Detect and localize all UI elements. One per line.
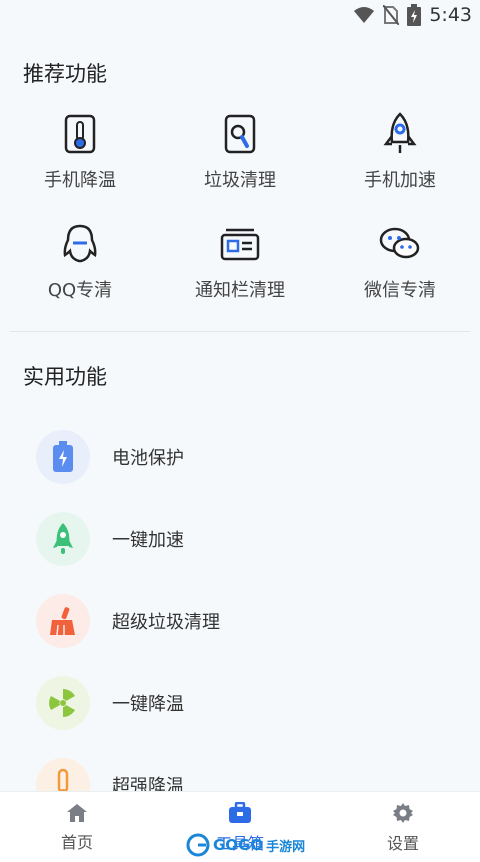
feature-wechat-clean[interactable]: 微信专清 — [320, 222, 480, 302]
status-bar: 5:43 — [0, 0, 480, 30]
utility-icon-bg — [36, 430, 90, 484]
wechat-icon — [379, 227, 420, 259]
feature-label: 微信专清 — [364, 280, 436, 301]
watermark-text: GOGO — [213, 836, 264, 854]
notification-card-icon — [220, 228, 260, 261]
home-icon — [67, 803, 87, 822]
feature-label: 手机降温 — [44, 170, 116, 191]
broom-icon — [50, 607, 75, 636]
qq-penguin-icon — [63, 224, 97, 263]
feature-qq-clean[interactable]: QQ专清 — [0, 222, 160, 302]
watermark-text-cn: 手游网 — [266, 839, 306, 855]
nav-label: 首页 — [60, 832, 93, 852]
trash-search-icon — [224, 114, 256, 154]
utility-one-key-speedup[interactable]: 一键加速 — [36, 511, 460, 567]
feature-label: 手机加速 — [364, 170, 436, 191]
watermark-logo: GOGO 手游网 — [186, 830, 305, 860]
battery-charging-icon — [407, 4, 422, 26]
feature-junk-clean[interactable]: 垃圾清理 — [160, 112, 320, 192]
no-sim-icon — [383, 5, 400, 25]
rocket-icon — [53, 523, 73, 554]
feature-label: 垃圾清理 — [204, 170, 276, 191]
battery-icon — [53, 441, 73, 472]
utility-label: 一键降温 — [112, 694, 184, 715]
status-time: 5:43 — [429, 4, 472, 26]
utility-label: 电池保护 — [112, 448, 184, 469]
utility-one-key-cooling[interactable]: 一键降温 — [36, 675, 460, 731]
utility-battery-protect[interactable]: 电池保护 — [36, 429, 460, 485]
feature-label: 通知栏清理 — [195, 280, 285, 301]
utility-super-junk-clean[interactable]: 超级垃圾清理 — [36, 593, 460, 649]
wifi-icon — [354, 7, 375, 23]
section-divider — [10, 331, 470, 332]
rocket-icon — [383, 112, 417, 153]
toolbox-icon — [229, 801, 251, 823]
utility-label: 一键加速 — [112, 530, 184, 551]
utilities-section-title: 实用功能 — [23, 365, 107, 389]
nav-settings[interactable]: 设置 — [343, 792, 463, 862]
fan-icon — [49, 689, 75, 717]
utility-label: 超级垃圾清理 — [112, 612, 220, 633]
recommended-section-title: 推荐功能 — [23, 62, 107, 86]
utility-icon-bg — [36, 512, 90, 566]
feature-phone-cooling[interactable]: 手机降温 — [0, 112, 160, 192]
feature-label: QQ专清 — [47, 280, 113, 301]
gear-icon — [393, 802, 413, 823]
nav-home[interactable]: 首页 — [17, 792, 137, 862]
utility-icon-bg — [36, 594, 90, 648]
feature-notification-clean[interactable]: 通知栏清理 — [160, 222, 320, 302]
utility-icon-bg — [36, 676, 90, 730]
nav-label: 设置 — [386, 833, 419, 853]
feature-phone-speedup[interactable]: 手机加速 — [320, 112, 480, 192]
gogo-logo-icon — [186, 833, 210, 857]
thermometer-icon — [64, 114, 96, 154]
